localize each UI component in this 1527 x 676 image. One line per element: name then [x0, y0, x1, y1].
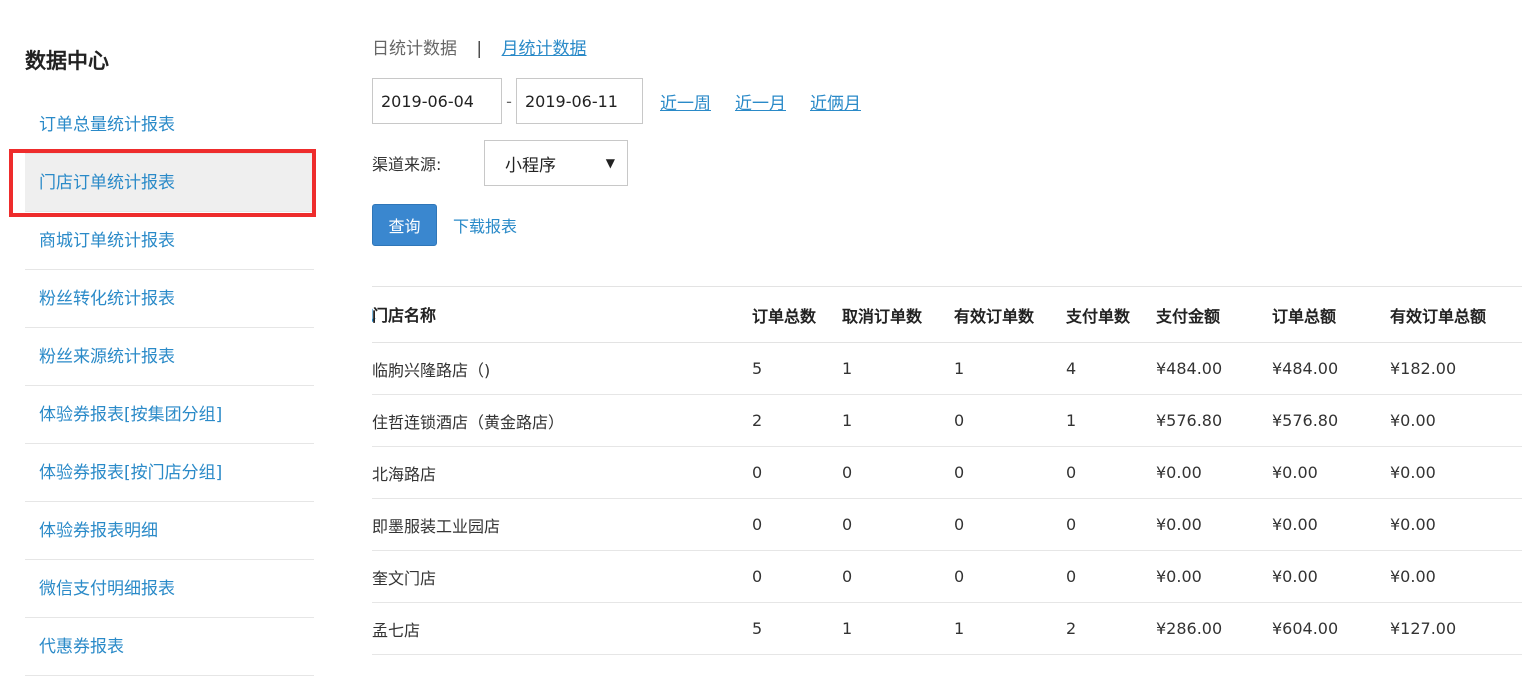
sidebar: 数据中心 订单总量统计报表 门店订单统计报表 商城订单统计报表 粉丝转化统计报表…: [0, 0, 320, 676]
sidebar-item-mall-order-report[interactable]: 商城订单统计报表: [25, 212, 314, 270]
table-row: 奎文门店 0 0 0 0 ¥0.00 ¥0.00 ¥0.00: [372, 551, 1522, 603]
date-separator: -: [506, 91, 512, 111]
end-date-input[interactable]: [516, 78, 643, 124]
cell-paid-amount: ¥484.00: [1156, 359, 1223, 378]
sidebar-menu: 订单总量统计报表 门店订单统计报表 商城订单统计报表 粉丝转化统计报表 粉丝来源…: [25, 96, 314, 676]
sidebar-title: 数据中心: [25, 49, 109, 73]
query-button[interactable]: 查询: [372, 204, 437, 246]
table-row: 孟七店 5 1 1 2 ¥286.00 ¥604.00 ¥127.00: [372, 603, 1522, 655]
cell-total-orders: 5: [752, 619, 763, 638]
cell-cancelled-orders: 0: [842, 567, 853, 586]
channel-select[interactable]: 小程序 ▼: [484, 140, 628, 186]
start-date-input[interactable]: [372, 78, 502, 124]
sidebar-item-order-total-report[interactable]: 订单总量统计报表: [25, 96, 314, 154]
cell-valid-orders: 1: [954, 359, 965, 378]
cell-valid-order-amount: ¥0.00: [1390, 411, 1436, 430]
cell-valid-orders: 1: [954, 619, 965, 638]
cell-valid-order-amount: ¥0.00: [1390, 567, 1436, 586]
table-row: 即墨服装工业园店 0 0 0 0 ¥0.00 ¥0.00 ¥0.00: [372, 499, 1522, 551]
channel-label: 渠道来源:: [372, 155, 442, 174]
tab-monthly-stats[interactable]: 月统计数据: [502, 39, 587, 59]
cell-paid-amount: ¥0.00: [1156, 567, 1202, 586]
sidebar-item-voucher-by-group[interactable]: 体验券报表[按集团分组]: [25, 386, 314, 444]
cell-valid-orders: 0: [954, 411, 965, 430]
cell-paid-orders: 4: [1066, 359, 1077, 378]
column-header-order-total-amount[interactable]: 订单总额: [1272, 287, 1390, 343]
cell-paid-amount: ¥0.00: [1156, 515, 1202, 534]
cell-total-orders: 0: [752, 463, 763, 482]
cell-paid-amount: ¥0.00: [1156, 463, 1202, 482]
sidebar-item-coupon-report[interactable]: 代惠券报表: [25, 618, 314, 676]
sidebar-item-store-order-report[interactable]: 门店订单统计报表: [25, 154, 314, 212]
cell-valid-orders: 0: [954, 515, 965, 534]
sidebar-item-wechat-pay-detail[interactable]: 微信支付明细报表: [25, 560, 314, 618]
cell-valid-order-amount: ¥127.00: [1390, 619, 1457, 638]
cell-store-name: 即墨服装工业园店: [372, 516, 501, 536]
cell-paid-amount: ¥576.80: [1156, 411, 1223, 430]
sidebar-item-voucher-detail[interactable]: 体验券报表明细: [25, 502, 314, 560]
column-header-valid-orders[interactable]: 有效订单数: [954, 287, 1066, 343]
column-header-total-orders[interactable]: 订单总数: [752, 287, 842, 343]
cell-cancelled-orders: 0: [842, 515, 853, 534]
date-range-row: - 近一周 近一月 近俩月: [372, 78, 861, 124]
column-header-cancelled-orders[interactable]: 取消订单数: [842, 287, 954, 343]
cell-cancelled-orders: 1: [842, 619, 853, 638]
tab-separator: |: [476, 39, 483, 59]
cell-order-total-amount: ¥484.00: [1272, 359, 1339, 378]
dropdown-arrow-icon: ▼: [605, 156, 615, 170]
cell-paid-orders: 0: [1066, 567, 1077, 586]
tab-daily-stats[interactable]: 日统计数据: [372, 39, 457, 59]
cell-order-total-amount: ¥0.00: [1272, 567, 1318, 586]
column-header-paid-orders[interactable]: 支付单数: [1066, 287, 1156, 343]
cell-order-total-amount: ¥0.00: [1272, 515, 1318, 534]
cell-order-total-amount: ¥604.00: [1272, 619, 1339, 638]
cell-store-name: 临朐兴隆路店（): [372, 360, 491, 380]
cell-order-total-amount: ¥576.80: [1272, 411, 1339, 430]
sidebar-item-voucher-by-store[interactable]: 体验券报表[按门店分组]: [25, 444, 314, 502]
column-header-valid-order-amount[interactable]: 有效订单总额: [1390, 287, 1522, 343]
cell-total-orders: 0: [752, 567, 763, 586]
cell-paid-orders: 1: [1066, 411, 1077, 430]
cell-valid-order-amount: ¥182.00: [1390, 359, 1457, 378]
table-row: 北海路店 0 0 0 0 ¥0.00 ¥0.00 ¥0.00: [372, 447, 1522, 499]
cell-total-orders: 0: [752, 515, 763, 534]
download-report-link[interactable]: 下载报表: [453, 213, 517, 237]
channel-filter-row: 渠道来源: 小程序 ▼: [372, 140, 628, 186]
cell-store-name: 北海路店: [372, 464, 437, 484]
table-row: 住哲连锁酒店（黄金路店） 2 1 0 1 ¥576.80 ¥576.80 ¥0.…: [372, 395, 1522, 447]
column-header-store-name[interactable]: ↓门店名称: [372, 287, 752, 343]
cell-order-total-amount: ¥0.00: [1272, 463, 1318, 482]
store-order-table-wrap: ↓门店名称 订单总数 取消订单数 有效订单数 支付单数 支付金额 订单总额 有效…: [372, 286, 1522, 655]
cell-paid-amount: ¥286.00: [1156, 619, 1223, 638]
table-header-row: ↓门店名称 订单总数 取消订单数 有效订单数 支付单数 支付金额 订单总额 有效…: [372, 286, 1522, 343]
cell-cancelled-orders: 1: [842, 411, 853, 430]
sidebar-item-fan-source-report[interactable]: 粉丝来源统计报表: [25, 328, 314, 386]
cell-valid-order-amount: ¥0.00: [1390, 463, 1436, 482]
column-header-paid-amount[interactable]: 支付金额: [1156, 287, 1272, 343]
cell-total-orders: 5: [752, 359, 763, 378]
cell-paid-orders: 2: [1066, 619, 1077, 638]
stat-tabs: 日统计数据 | 月统计数据: [372, 34, 587, 59]
cell-paid-orders: 0: [1066, 515, 1077, 534]
main-content: 日统计数据 | 月统计数据 - 近一周 近一月 近俩月 渠道来源: 小程序 ▼ …: [372, 0, 1522, 655]
quick-link-last-month[interactable]: 近一月: [735, 89, 786, 114]
cell-total-orders: 2: [752, 411, 763, 430]
cell-store-name: 住哲连锁酒店（黄金路店）: [372, 412, 565, 432]
cell-valid-orders: 0: [954, 463, 965, 482]
cell-valid-orders: 0: [954, 567, 965, 586]
quick-link-last-week[interactable]: 近一周: [660, 89, 711, 114]
action-row: 查询 下载报表: [372, 204, 517, 246]
cell-store-name: 孟七店: [372, 620, 421, 640]
channel-selected-value: 小程序: [505, 155, 556, 176]
cell-valid-order-amount: ¥0.00: [1390, 515, 1436, 534]
quick-link-last-two-months[interactable]: 近俩月: [810, 89, 861, 114]
table-row: 临朐兴隆路店（) 5 1 1 4 ¥484.00 ¥484.00 ¥182.00: [372, 343, 1522, 395]
sidebar-item-fan-conversion-report[interactable]: 粉丝转化统计报表: [25, 270, 314, 328]
store-order-table: ↓门店名称 订单总数 取消订单数 有效订单数 支付单数 支付金额 订单总额 有效…: [372, 286, 1522, 655]
cell-cancelled-orders: 0: [842, 463, 853, 482]
cell-paid-orders: 0: [1066, 463, 1077, 482]
cell-cancelled-orders: 1: [842, 359, 853, 378]
cell-store-name: 奎文门店: [372, 568, 437, 588]
